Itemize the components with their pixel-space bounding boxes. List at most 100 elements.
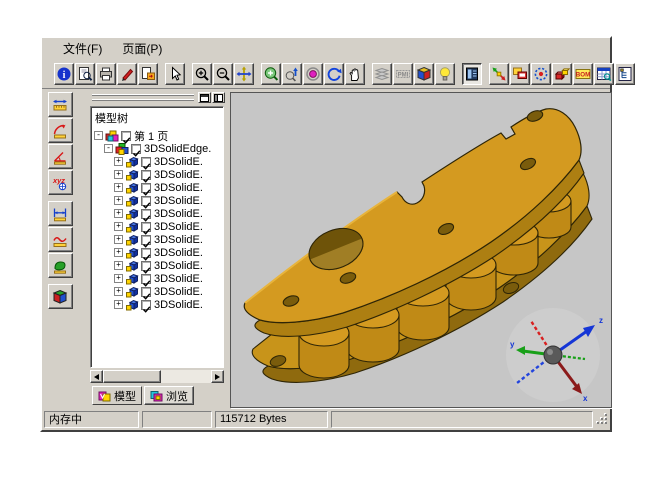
tree-item-part[interactable]: + 3DSolidE. (94, 246, 223, 259)
tree-horizontal-scrollbar[interactable] (90, 370, 224, 383)
dim-radius-button[interactable] (48, 118, 73, 143)
scrollbar-track[interactable] (161, 370, 211, 383)
tree-item-part[interactable]: + 3DSolidE. (94, 168, 223, 181)
axis-triad[interactable]: z y x (506, 308, 603, 403)
tree-item-part[interactable]: + 3DSolidE. (94, 207, 223, 220)
expand-icon[interactable]: + (114, 209, 123, 218)
tree-item-part[interactable]: + 3DSolidE. (94, 272, 223, 285)
part-checkbox[interactable] (141, 300, 151, 310)
tab-model[interactable]: 模型 (92, 386, 142, 405)
tree-item-part[interactable]: + 3DSolidE. (94, 155, 223, 168)
expand-icon[interactable]: + (114, 157, 123, 166)
tree-item-part[interactable]: + 3DSolidE. (94, 181, 223, 194)
dim-curve-length-button[interactable] (48, 227, 73, 252)
model-tab-icon (98, 390, 111, 402)
part-checkbox[interactable] (141, 261, 151, 271)
structure-tree-button[interactable] (615, 63, 635, 85)
scroll-left-button[interactable] (90, 370, 103, 383)
layers-button[interactable] (372, 63, 392, 85)
menu-file[interactable]: 文件(F) (54, 38, 111, 59)
panel-drag-bar[interactable] (90, 92, 226, 105)
tree-item-page[interactable]: - 第 1 页 (94, 129, 223, 142)
pan-axes-button[interactable] (234, 63, 254, 85)
dim-linear-button[interactable] (48, 92, 73, 117)
part-checkbox[interactable] (141, 157, 151, 167)
dim-volume-button[interactable] (48, 284, 73, 309)
viewport-canvas[interactable]: z y x (231, 93, 611, 407)
pmi-button[interactable]: PMI (393, 63, 413, 85)
expand-icon[interactable]: + (114, 248, 123, 257)
rotate-animate-button[interactable] (531, 63, 551, 85)
zoom-out-button[interactable] (213, 63, 233, 85)
part-checkbox[interactable] (141, 248, 151, 258)
expand-icon[interactable]: + (114, 183, 123, 192)
zoom-dynamic-button[interactable] (282, 63, 302, 85)
expand-icon[interactable]: + (114, 261, 123, 270)
menu-page[interactable]: 页面(P) (113, 38, 171, 59)
select-cursor-button[interactable] (165, 63, 185, 85)
bom-table-icon (596, 66, 612, 82)
collapse-icon[interactable]: - (104, 144, 113, 153)
export-document-button[interactable] (138, 63, 158, 85)
expand-icon[interactable]: + (114, 170, 123, 179)
screen-capture-button[interactable] (510, 63, 530, 85)
part-checkbox[interactable] (141, 196, 151, 206)
panel-float-button[interactable] (198, 92, 211, 103)
info-button[interactable]: i (54, 63, 74, 85)
annotate-button[interactable] (117, 63, 137, 85)
part-checkbox[interactable] (141, 274, 151, 284)
zoom-window-button[interactable] (261, 63, 281, 85)
part-checkbox[interactable] (141, 287, 151, 297)
dim-area-button[interactable] (48, 253, 73, 278)
tree-item-part[interactable]: + 3DSolidE. (94, 220, 223, 233)
rotate-view-button[interactable] (324, 63, 344, 85)
part-checkbox[interactable] (141, 183, 151, 193)
bom-button[interactable]: BOM (573, 63, 593, 85)
tree-item-part[interactable]: + 3DSolidE. (94, 298, 223, 311)
panel-close-button[interactable] (212, 92, 225, 103)
light-button[interactable] (435, 63, 455, 85)
part-checkbox[interactable] (141, 222, 151, 232)
part-checkbox[interactable] (141, 235, 151, 245)
tree-title: 模型树 (95, 110, 223, 126)
tree-item-part[interactable]: + 3DSolidE. (94, 233, 223, 246)
render-cube-button[interactable] (414, 63, 434, 85)
part-checkbox[interactable] (141, 170, 151, 180)
assembly-checkbox[interactable] (131, 144, 141, 154)
scroll-right-button[interactable] (211, 370, 224, 383)
bom-table-button[interactable] (594, 63, 614, 85)
explode-assembly-button[interactable] (489, 63, 509, 85)
pan-hand-button[interactable] (345, 63, 365, 85)
tree-item-part[interactable]: + 3DSolidE. (94, 285, 223, 298)
info-icon: i (56, 66, 72, 82)
expand-icon[interactable]: + (114, 274, 123, 283)
expand-icon[interactable]: + (114, 287, 123, 296)
viewport-3d[interactable]: z y x (230, 92, 612, 408)
collapse-icon[interactable]: - (94, 131, 103, 140)
expand-icon[interactable]: + (114, 300, 123, 309)
print-preview-button[interactable] (75, 63, 95, 85)
dim-angle-button[interactable] (48, 144, 73, 169)
expand-icon[interactable]: + (114, 222, 123, 231)
model-tree[interactable]: 模型树 - 第 1 页 - 3DSolidEdge. + (90, 106, 224, 368)
dim-coordinate-button[interactable]: xyz (48, 170, 73, 195)
tree-item-part[interactable]: + 3DSolidE. (94, 259, 223, 272)
zoom-in-button[interactable] (192, 63, 212, 85)
tree-item-part[interactable]: + 3DSolidE. (94, 194, 223, 207)
page-checkbox[interactable] (121, 131, 131, 141)
scrollbar-thumb[interactable] (103, 370, 161, 383)
part-checkbox[interactable] (141, 209, 151, 219)
panel-toggle-button[interactable] (462, 63, 482, 85)
render-cube-icon (416, 66, 432, 82)
expand-icon[interactable]: + (114, 196, 123, 205)
print-button[interactable] (96, 63, 116, 85)
resize-grip[interactable] (596, 413, 608, 425)
dim-coordinate-icon: xyz (52, 175, 68, 191)
explode-boxes-button[interactable] (552, 63, 572, 85)
dim-distance-button[interactable] (48, 201, 73, 226)
rotate-view-icon (326, 66, 342, 82)
expand-icon[interactable]: + (114, 235, 123, 244)
tab-browse[interactable]: 浏览 (144, 386, 194, 405)
tree-item-assembly[interactable]: - 3DSolidEdge. (94, 142, 223, 155)
orbit-button[interactable] (303, 63, 323, 85)
